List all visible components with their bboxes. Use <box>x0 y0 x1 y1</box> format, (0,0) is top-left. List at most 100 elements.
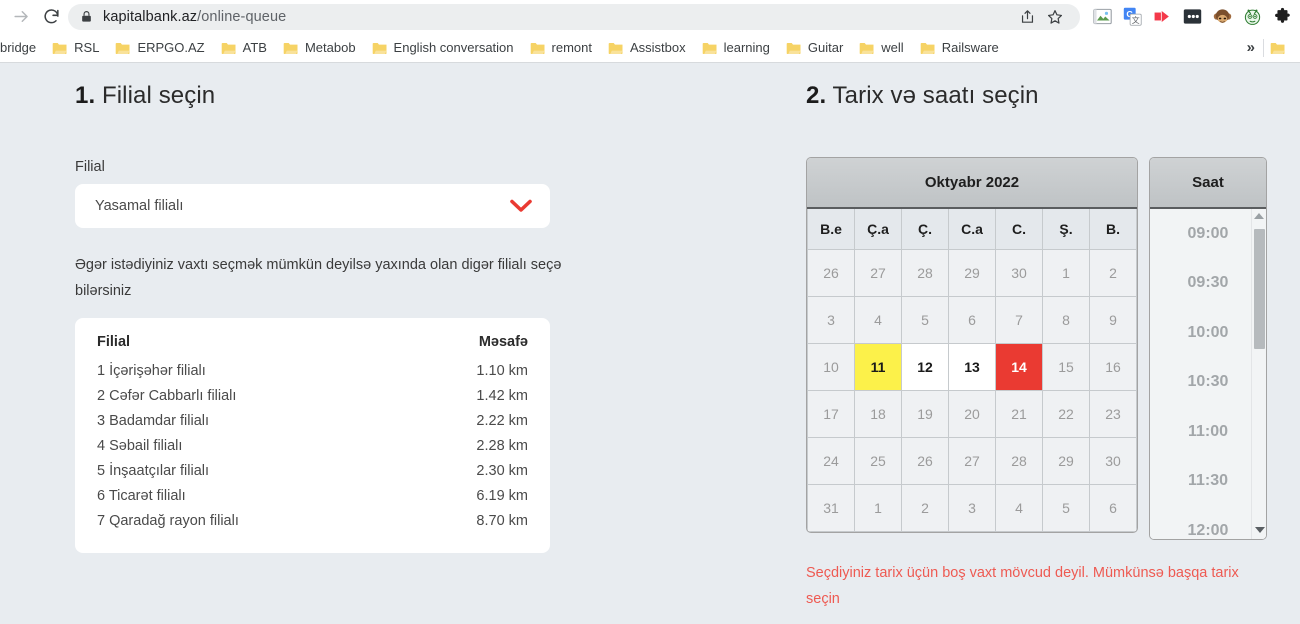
calendar-day-4: 4 <box>995 483 1043 532</box>
calendar-day-9: 9 <box>1089 295 1137 344</box>
bookmark-item[interactable]: well <box>851 36 911 60</box>
table-row[interactable]: 1 İçərişəhər filialı 1.10 km <box>97 358 528 383</box>
time-list-scrollbar[interactable] <box>1251 209 1266 539</box>
calendar-day-11[interactable]: 11 <box>854 342 902 391</box>
reload-button[interactable] <box>36 3 66 31</box>
calendar-day-13[interactable]: 13 <box>948 342 996 391</box>
calendar-week-row: 3456789 <box>807 295 1137 344</box>
bookmark-item[interactable]: ATB <box>213 36 275 60</box>
bookmark-label: RSL <box>74 40 100 55</box>
folder-icon <box>530 42 545 54</box>
calendar-day-27: 27 <box>948 436 996 485</box>
folder-icon <box>608 42 623 54</box>
time-slot-list[interactable]: 09:00 09:30 10:00 10:30 11:00 11:30 12:00 <box>1150 209 1266 539</box>
calendar-day-28: 28 <box>901 248 949 297</box>
chevron-down-icon <box>510 199 532 213</box>
browser-chrome: kapitalbank.az/online-queue G 文 bridge R… <box>0 0 1300 63</box>
table-row[interactable]: 5 İnşaatçılar filialı 2.30 km <box>97 458 528 483</box>
step-2-title: 2. Tarix və saatı seçin <box>806 63 1300 110</box>
calendar-day-8: 8 <box>1042 295 1090 344</box>
scroll-down-button[interactable] <box>1252 523 1266 536</box>
forward-button[interactable] <box>6 3 36 31</box>
branch-select-dropdown[interactable]: Yasamal filialı <box>75 184 550 228</box>
time-slot[interactable]: 09:00 <box>1150 209 1266 259</box>
monkey-extension-icon[interactable] <box>1210 5 1234 29</box>
calendar-day-6: 6 <box>948 295 996 344</box>
calendar-day-18: 18 <box>854 389 902 438</box>
triangle-down-icon <box>1254 526 1265 533</box>
calendar-day-15: 15 <box>1042 342 1090 391</box>
password-manager-icon[interactable] <box>1180 5 1204 29</box>
bookmark-item[interactable]: RSL <box>44 36 107 60</box>
star-icon[interactable] <box>1042 4 1068 30</box>
omnibox-actions <box>1006 4 1068 30</box>
time-slot[interactable]: 10:30 <box>1150 357 1266 407</box>
branch-name-cell: 3 Badamdar filialı <box>97 412 210 429</box>
folder-icon <box>283 42 298 54</box>
time-slot[interactable]: 11:00 <box>1150 407 1266 457</box>
time-slot[interactable]: 10:00 <box>1150 308 1266 358</box>
calendar-day-27: 27 <box>854 248 902 297</box>
extensions-puzzle-icon[interactable] <box>1270 5 1294 29</box>
bookmark-label: Assistbox <box>629 40 686 55</box>
scrollbar-thumb[interactable] <box>1254 229 1265 349</box>
image-capture-icon[interactable] <box>1090 5 1114 29</box>
bookmark-label: Metabob <box>304 40 356 55</box>
bookmark-label: learning <box>723 40 770 55</box>
calendar-day-6: 6 <box>1089 483 1137 532</box>
calendar-day-3: 3 <box>807 295 855 344</box>
calendar-day-21: 21 <box>995 389 1043 438</box>
google-translate-icon[interactable]: G 文 <box>1120 5 1144 29</box>
url-path: /online-queue <box>197 8 287 25</box>
column-header-branch: Filial <box>97 334 131 350</box>
time-slot[interactable]: 11:30 <box>1150 456 1266 506</box>
folder-icon <box>859 42 874 54</box>
lock-icon <box>80 10 93 23</box>
calendar-weekday-header: C. <box>995 209 1043 250</box>
bookmark-label: ERPGO.AZ <box>137 40 205 55</box>
bookmarks-overflow-button[interactable]: » <box>1239 39 1263 56</box>
table-row[interactable]: 4 Səbail filialı 2.28 km <box>97 433 528 458</box>
branch-name-cell: 6 Ticarət filialı <box>97 487 186 504</box>
column-header-distance: Məsafə <box>478 334 528 350</box>
step-2-text: Tarix və saatı seçin <box>826 82 1039 109</box>
calendar-day-22: 22 <box>1042 389 1090 438</box>
share-icon[interactable] <box>1014 4 1040 30</box>
no-availability-warning: Seçdiyiniz tarix üçün boş vaxt mövcud de… <box>806 565 1239 607</box>
calendar-week-row: 26 27 28 29 30 1 2 <box>807 248 1137 297</box>
url-domain: kapitalbank.az <box>103 8 198 25</box>
table-row[interactable]: 6 Ticarət filialı 6.19 km <box>97 483 528 508</box>
bot-extension-icon[interactable] <box>1240 5 1264 29</box>
calendar-day-23: 23 <box>1089 389 1137 438</box>
table-row[interactable]: 3 Badamdar filialı 2.22 km <box>97 408 528 433</box>
address-bar[interactable]: kapitalbank.az/online-queue <box>68 3 1080 30</box>
bookmark-item[interactable]: learning <box>694 36 778 60</box>
bookmark-label: Guitar <box>807 40 844 55</box>
branch-distance-cell: 6.19 km <box>476 487 528 504</box>
calendar-day-26: 26 <box>807 248 855 297</box>
table-row[interactable]: 7 Qaradağ rayon filialı 8.70 km <box>97 508 528 533</box>
folder-icon <box>116 42 130 54</box>
time-slot[interactable]: 12:00 <box>1150 506 1266 539</box>
table-row[interactable]: 2 Cəfər Cabbarlı filialı 1.42 km <box>97 383 528 408</box>
media-player-icon[interactable] <box>1150 5 1174 29</box>
bookmark-item[interactable]: Railsware <box>912 36 1007 60</box>
bookmark-item[interactable]: English conversation <box>364 36 522 60</box>
scroll-up-button[interactable] <box>1252 209 1266 222</box>
calendar-day-12[interactable]: 12 <box>901 342 949 391</box>
time-slot[interactable]: 09:30 <box>1150 258 1266 308</box>
calendar-day-30: 30 <box>995 248 1043 297</box>
bookmark-item[interactable]: Guitar <box>778 36 851 60</box>
bookmark-item[interactable]: remont <box>522 36 600 60</box>
bookmark-hidden-item[interactable] <box>1264 40 1298 56</box>
calendar-day-28: 28 <box>995 436 1043 485</box>
bookmark-item[interactable]: Assistbox <box>600 36 694 60</box>
bookmark-item[interactable]: ERPGO.AZ <box>107 36 212 60</box>
branch-distance-cell: 1.42 km <box>476 387 528 404</box>
calendar-day-5: 5 <box>901 295 949 344</box>
bookmark-item[interactable]: Metabob <box>275 36 364 60</box>
calendar-day-14[interactable]: 14 <box>995 342 1043 391</box>
table-header-row: Filial Məsafə <box>97 334 528 358</box>
calendar-day-29: 29 <box>948 248 996 297</box>
bookmark-item[interactable]: bridge <box>0 36 44 60</box>
